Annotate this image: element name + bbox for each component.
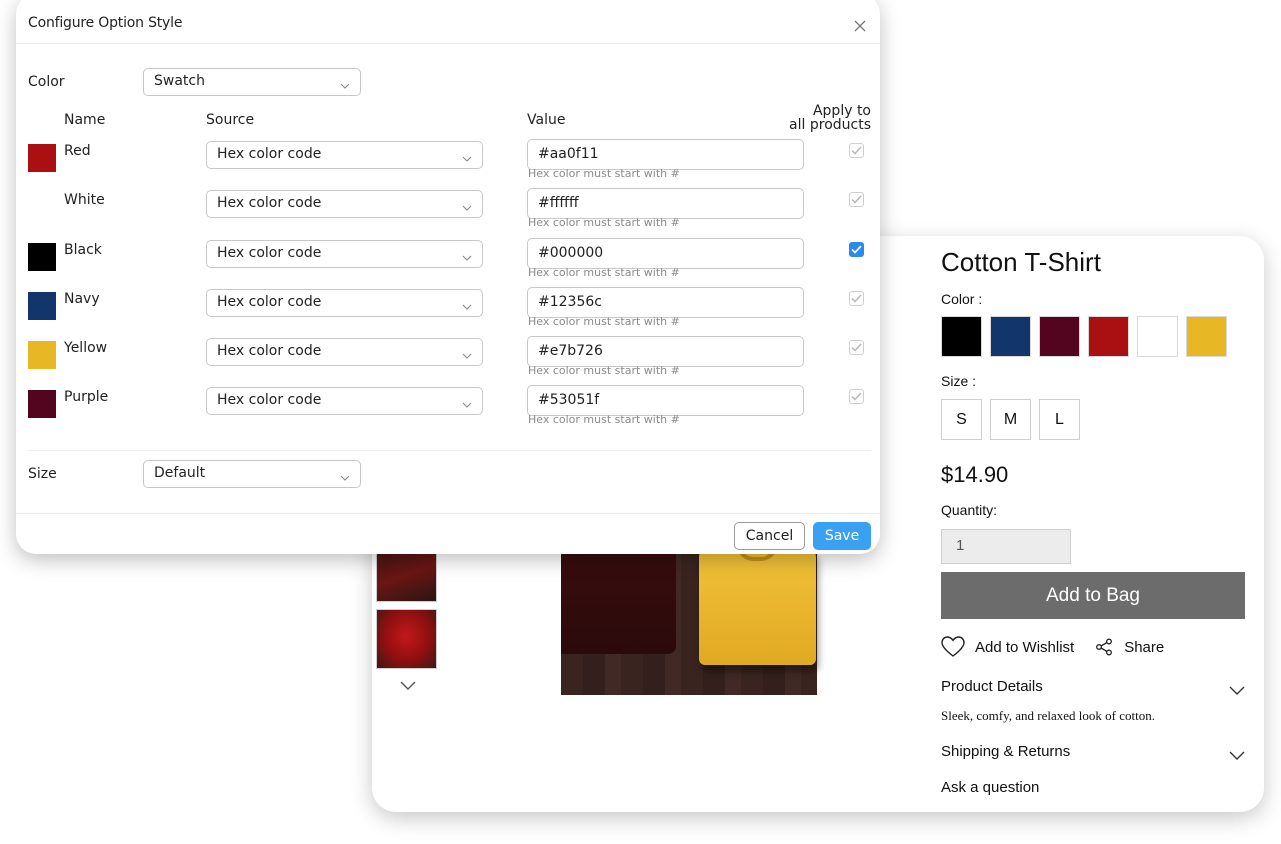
size-option-l[interactable]: L — [1039, 399, 1080, 440]
source-value: Hex color code — [217, 294, 322, 310]
column-header-source: Source — [206, 112, 255, 128]
row-name: White — [64, 192, 105, 208]
chevron-down-icon — [340, 469, 350, 485]
size-label: Size : — [941, 373, 977, 389]
color-swatch-yellow[interactable] — [1186, 316, 1227, 357]
source-select[interactable]: Hex color code — [206, 387, 483, 415]
hex-value-input[interactable]: #12356c — [527, 287, 804, 318]
color-label: Color : — [941, 291, 983, 307]
row-name: Purple — [64, 389, 109, 405]
hex-hint: Hex color must start with # — [528, 216, 680, 229]
size-divider — [28, 450, 871, 451]
column-header-value: Value — [527, 112, 566, 128]
product-price: $14.90 — [941, 462, 1009, 487]
thumbnail-red-shirt[interactable] — [376, 609, 437, 669]
hex-value-input[interactable]: #000000 — [527, 238, 804, 269]
row-swatch — [28, 144, 56, 172]
add-to-bag-button[interactable]: Add to Bag — [941, 572, 1245, 619]
share-link[interactable]: Share — [1124, 639, 1164, 656]
hex-hint: Hex color must start with # — [528, 167, 680, 180]
source-value: Hex color code — [217, 195, 322, 211]
hex-value-input[interactable]: #53051f — [527, 385, 804, 416]
hex-value-input[interactable]: #ffffff — [527, 188, 804, 219]
product-details-heading[interactable]: Product Details — [941, 678, 1043, 695]
chevron-down-icon — [462, 150, 472, 166]
thumbnail-scroll-down-icon[interactable] — [400, 676, 416, 695]
hex-value-input[interactable]: #aa0f11 — [527, 139, 804, 170]
column-header-apply-all: Apply to all products — [789, 103, 871, 133]
color-swatch-white[interactable] — [1137, 316, 1178, 357]
apply-all-checkbox[interactable] — [849, 143, 864, 158]
product-details-text: Sleek, comfy, and relaxed look of cotton… — [941, 708, 1155, 723]
size-option-s[interactable]: S — [941, 399, 982, 440]
cancel-button[interactable]: Cancel — [734, 522, 805, 550]
ask-a-question-link[interactable]: Ask a question — [941, 779, 1039, 796]
product-title: Cotton T-Shirt — [941, 247, 1101, 277]
apply-all-checkbox[interactable] — [849, 242, 864, 257]
apply-all-checkbox[interactable] — [849, 291, 864, 306]
chevron-down-icon — [462, 199, 472, 215]
row-name: Red — [64, 143, 91, 159]
row-name: Yellow — [64, 340, 108, 356]
hex-value-input[interactable]: #e7b726 — [527, 336, 804, 367]
size-option-label: Size — [28, 466, 57, 482]
add-to-wishlist-link[interactable]: Add to Wishlist — [975, 639, 1074, 656]
size-style-select[interactable]: Default — [143, 460, 361, 488]
product-details-chevron-icon[interactable] — [1229, 682, 1245, 700]
source-value: Hex color code — [217, 146, 322, 162]
source-value: Hex color code — [217, 392, 322, 408]
row-swatch — [28, 390, 56, 418]
yellow-shirt-graphic — [699, 545, 816, 665]
source-select[interactable]: Hex color code — [206, 190, 483, 218]
shipping-returns-chevron-icon[interactable] — [1229, 747, 1245, 765]
color-swatch-navy[interactable] — [990, 316, 1031, 357]
source-select[interactable]: Hex color code — [206, 240, 483, 268]
source-select[interactable]: Hex color code — [206, 141, 483, 169]
share-icon[interactable] — [1095, 638, 1113, 656]
shipping-returns-heading[interactable]: Shipping & Returns — [941, 743, 1070, 760]
chevron-down-icon — [462, 347, 472, 363]
size-style-value: Default — [154, 465, 206, 481]
footer-divider — [16, 513, 880, 514]
apply-all-checkbox[interactable] — [849, 389, 864, 404]
row-swatch — [28, 193, 56, 221]
chevron-down-icon — [340, 77, 350, 93]
source-value: Hex color code — [217, 245, 322, 261]
source-select[interactable]: Hex color code — [206, 338, 483, 366]
color-option-label: Color — [28, 74, 65, 90]
color-swatch-purple[interactable] — [1039, 316, 1080, 357]
column-header-name: Name — [64, 112, 106, 128]
color-style-value: Swatch — [154, 73, 205, 89]
row-swatch — [28, 341, 56, 369]
heart-icon[interactable] — [941, 636, 965, 658]
dialog-title: Configure Option Style — [28, 15, 183, 31]
row-name: Navy — [64, 291, 100, 307]
row-name: Black — [64, 242, 102, 258]
product-image — [561, 536, 817, 695]
row-swatch — [28, 243, 56, 271]
chevron-down-icon — [462, 396, 472, 412]
color-style-select[interactable]: Swatch — [143, 68, 361, 96]
header-divider — [16, 43, 880, 44]
hex-hint: Hex color must start with # — [528, 364, 680, 377]
size-option-m[interactable]: M — [990, 399, 1031, 440]
close-icon[interactable] — [852, 18, 868, 34]
hex-hint: Hex color must start with # — [528, 266, 680, 279]
color-swatch-black[interactable] — [941, 316, 982, 357]
chevron-down-icon — [462, 298, 472, 314]
color-swatch-red[interactable] — [1088, 316, 1129, 357]
configure-option-style-dialog: Configure Option Style Color Swatch Name… — [16, 0, 880, 554]
quantity-input[interactable]: 1 — [941, 529, 1071, 564]
apply-all-checkbox[interactable] — [849, 340, 864, 355]
wishlist-share-row: Add to Wishlist Share — [941, 636, 1164, 658]
apply-all-checkbox[interactable] — [849, 192, 864, 207]
chevron-down-icon — [462, 249, 472, 265]
source-value: Hex color code — [217, 343, 322, 359]
hex-hint: Hex color must start with # — [528, 413, 680, 426]
hex-hint: Hex color must start with # — [528, 315, 680, 328]
row-swatch — [28, 292, 56, 320]
quantity-label: Quantity: — [941, 502, 998, 518]
source-select[interactable]: Hex color code — [206, 289, 483, 317]
save-button[interactable]: Save — [813, 522, 871, 550]
